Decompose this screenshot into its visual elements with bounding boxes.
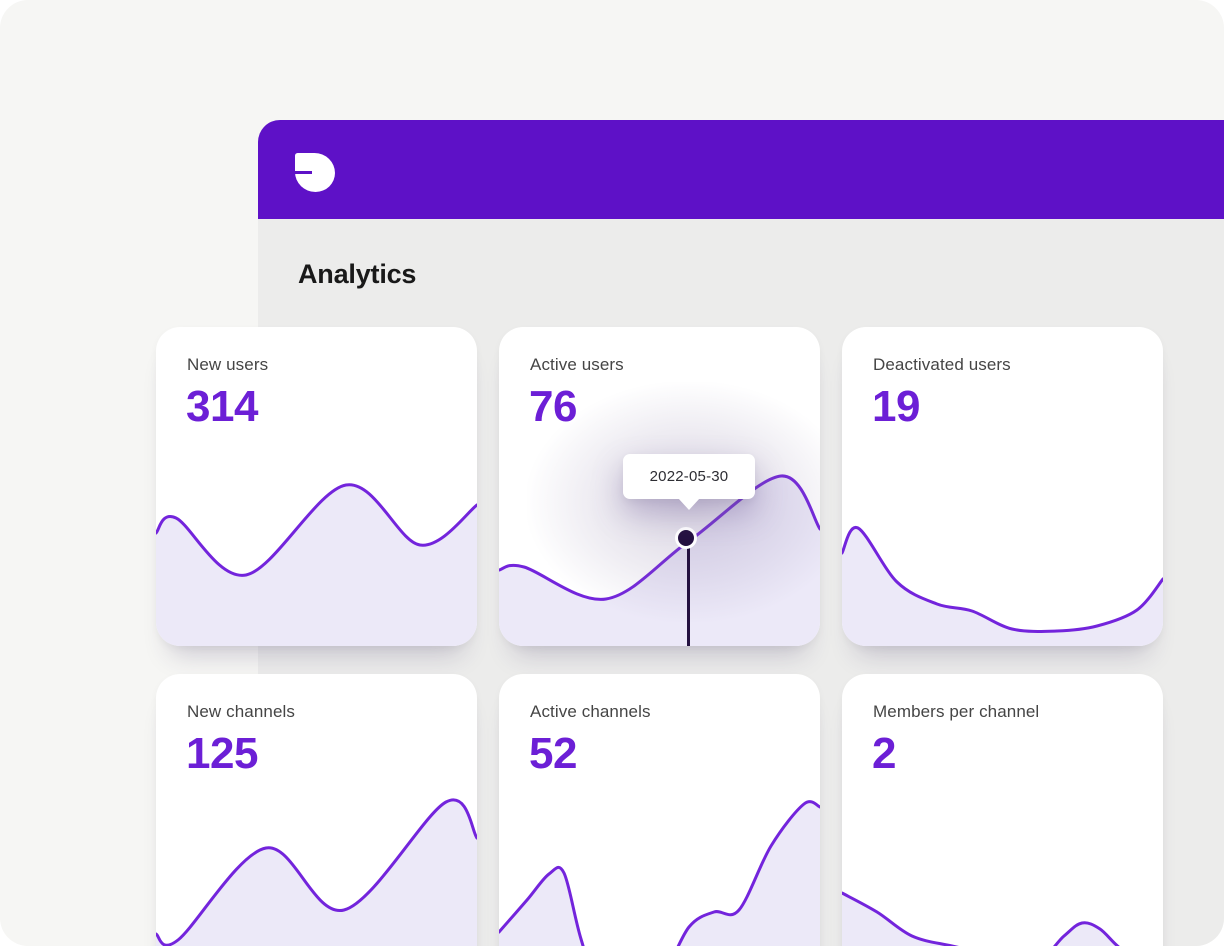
metric-value: 2	[872, 729, 896, 779]
metric-value: 76	[529, 382, 577, 432]
metrics-cards-grid: New users 314 Active users 76 2022-05-30…	[156, 327, 1163, 946]
metric-label: New users	[187, 355, 268, 375]
metric-value: 52	[529, 729, 577, 779]
metric-label: Active channels	[530, 702, 651, 722]
card-new-channels[interactable]: New channels 125	[156, 674, 477, 946]
metric-label: Active users	[530, 355, 624, 375]
app-canvas: Analytics New users 314 Active users 76 …	[0, 0, 1224, 946]
metric-value: 314	[186, 382, 258, 432]
card-active-channels[interactable]: Active channels 52	[499, 674, 820, 946]
card-members-per-channel[interactable]: Members per channel 2	[842, 674, 1163, 946]
card-active-users[interactable]: Active users 76 2022-05-30	[499, 327, 820, 646]
metric-label: Deactivated users	[873, 355, 1011, 375]
data-point-marker[interactable]	[675, 527, 697, 549]
metric-label: New channels	[187, 702, 295, 722]
card-deactivated-users[interactable]: Deactivated users 19	[842, 327, 1163, 646]
chart-tooltip: 2022-05-30	[623, 454, 755, 499]
tooltip-pointer-icon	[678, 498, 700, 510]
metric-value: 19	[872, 382, 920, 432]
logo-notch	[295, 171, 312, 174]
top-nav-bar	[258, 120, 1224, 219]
metric-value: 125	[186, 729, 258, 779]
card-new-users[interactable]: New users 314	[156, 327, 477, 646]
marker-vertical-line	[687, 541, 690, 646]
metric-label: Members per channel	[873, 702, 1039, 722]
page-title: Analytics	[298, 259, 416, 290]
tooltip-date: 2022-05-30	[650, 468, 729, 485]
drift-logo-icon[interactable]	[295, 153, 335, 192]
